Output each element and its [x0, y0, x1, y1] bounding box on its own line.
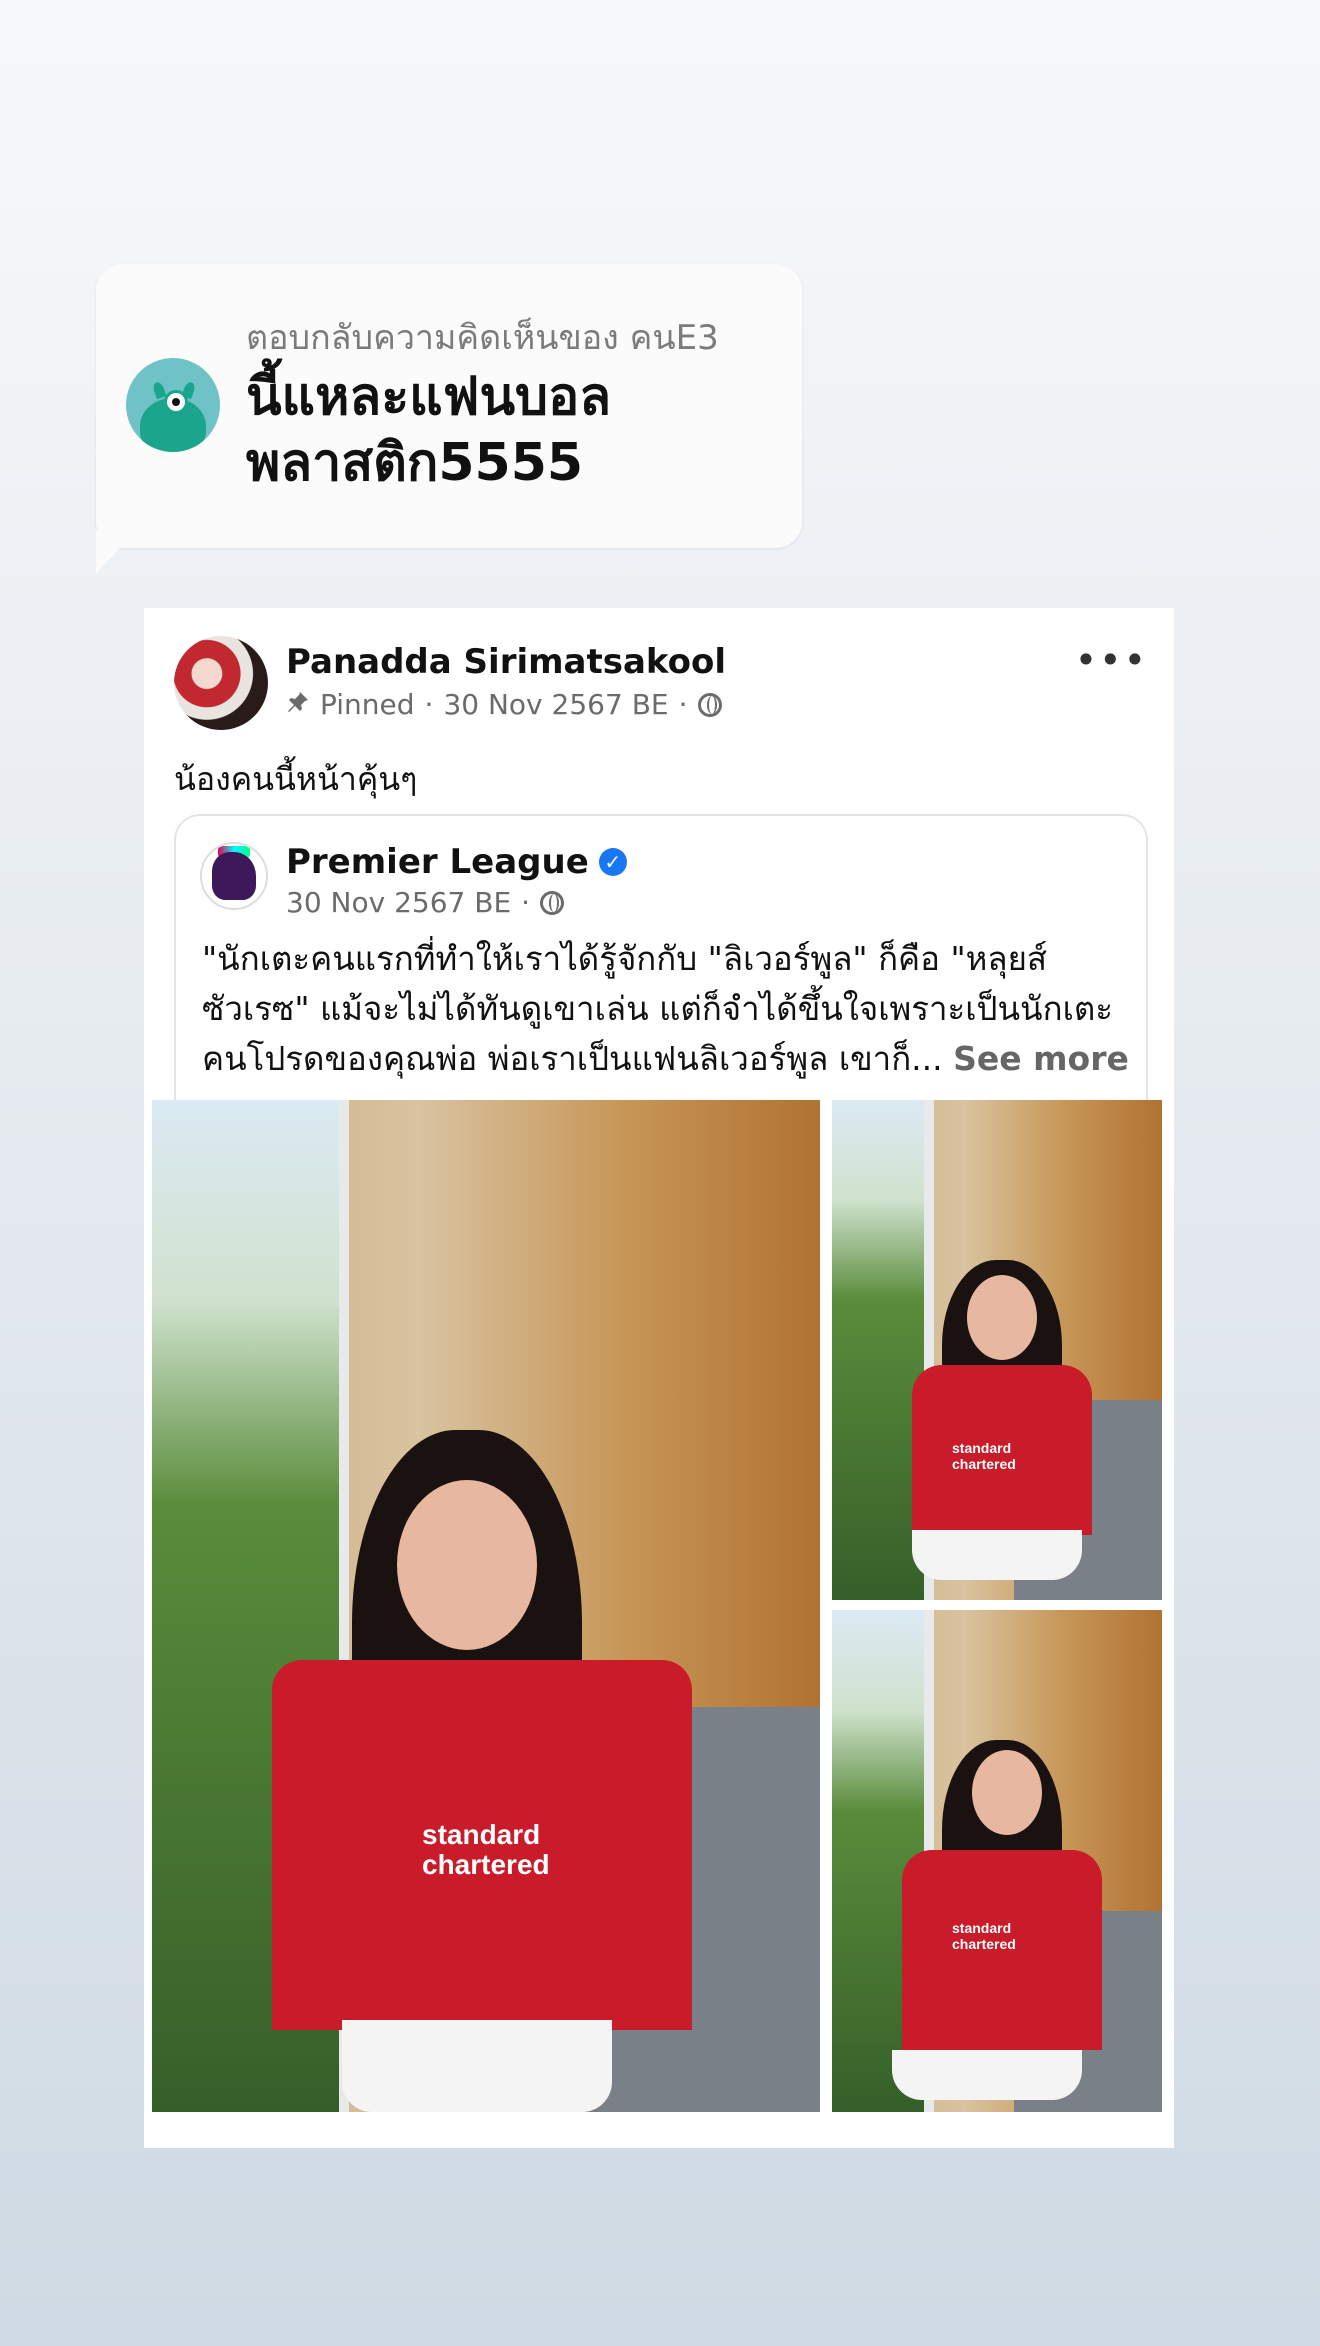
reply-text: นี้แหละแฟนบอล พลาสติก5555 [246, 367, 612, 493]
globe-icon [540, 890, 565, 915]
verified-badge-icon: ✓ [598, 848, 627, 876]
meta-separator: · [678, 688, 688, 721]
sponsor-logo: standard chartered [952, 1440, 1016, 1472]
shared-post[interactable]: Premier League ✓ 30 Nov 2567 BE · "นักเต… [174, 814, 1148, 1116]
shared-date[interactable]: 30 Nov 2567 BE [286, 886, 511, 919]
monster-avatar-icon [126, 358, 220, 452]
reply-bubble[interactable]: ตอบกลับความคิดเห็นของ คนE3 นี้แหละแฟนบอล… [96, 264, 802, 548]
photo-top-right[interactable]: standard chartered [832, 1100, 1162, 1600]
poster-name[interactable]: Panadda Sirimatsakool [286, 642, 726, 682]
globe-icon [697, 692, 722, 717]
shared-page-name[interactable]: Premier League ✓ [286, 842, 627, 882]
poster-avatar[interactable] [174, 636, 268, 730]
meta-separator: · [424, 688, 434, 721]
post-text: น้องคนนี้หน้าคุ้นๆ [174, 760, 418, 798]
premier-league-logo[interactable] [200, 842, 268, 910]
page-name-text: Premier League [286, 842, 589, 882]
see-more-link[interactable]: See more [953, 1039, 1129, 1078]
meta-separator: · [521, 886, 531, 919]
pin-icon [286, 688, 310, 721]
post-meta: Pinned · 30 Nov 2567 BE · [286, 688, 722, 721]
bubble-tail [96, 530, 136, 574]
shared-meta: 30 Nov 2567 BE · [286, 886, 565, 919]
post-date[interactable]: 30 Nov 2567 BE [443, 688, 668, 721]
sponsor-logo: standard chartered [952, 1920, 1016, 1952]
sponsor-logo: standard chartered [422, 1819, 550, 1880]
photo-main[interactable]: standard chartered [152, 1100, 820, 2112]
reply-label: ตอบกลับความคิดเห็นของ คนE3 [246, 318, 719, 358]
photo-bottom-right[interactable]: standard chartered [832, 1610, 1162, 2112]
more-icon[interactable]: ••• [1075, 641, 1148, 679]
shared-text: "นักเตะคนแรกที่ทำให้เราได้รู้จักกับ "ลิเ… [202, 934, 1132, 1084]
post-card[interactable]: Panadda Sirimatsakool Pinned · 30 Nov 25… [144, 608, 1174, 2148]
pinned-label: Pinned [320, 688, 415, 721]
